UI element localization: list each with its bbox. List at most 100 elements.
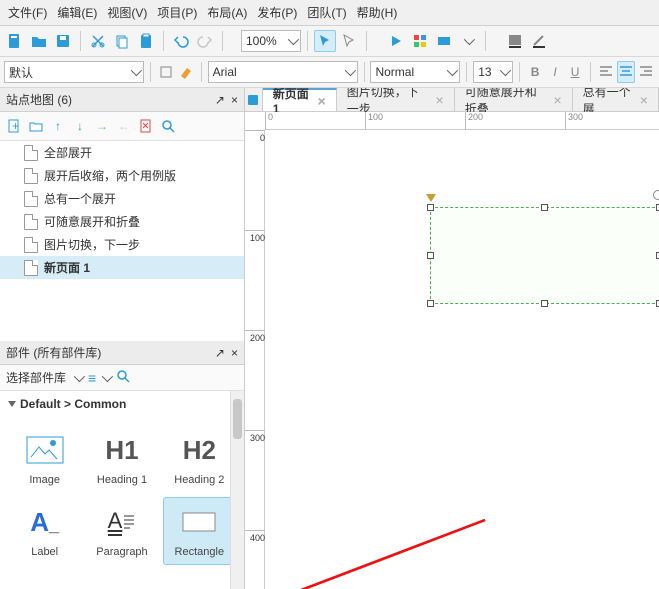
document-tab[interactable]: 图片切换，下一步× (337, 88, 455, 111)
add-folder-icon[interactable] (26, 116, 46, 136)
outdent-icon[interactable]: → (92, 116, 112, 136)
canvas[interactable] (265, 130, 659, 589)
resize-handle[interactable] (541, 204, 548, 211)
widget-label: Image (29, 474, 60, 486)
copy-icon[interactable] (111, 30, 133, 52)
widgets-body: Default > Common Image H1 Heading 1 H2Headi… (0, 391, 244, 589)
widgets-title: 部件 (所有部件库) (6, 344, 101, 361)
fill-color-icon[interactable] (504, 30, 526, 52)
tab-close-icon[interactable]: × (640, 92, 648, 108)
menu-item[interactable]: 布局(A) (203, 2, 251, 23)
panel-popout-icon[interactable]: ↗ (215, 93, 225, 107)
widget-thumb (21, 432, 69, 468)
widget-rectangle[interactable]: Rectangle (163, 497, 236, 565)
page-icon (24, 237, 38, 253)
lib-menu-icon[interactable]: ≡ (88, 370, 96, 386)
paragraph-style-select[interactable]: 默认 (4, 61, 144, 83)
align-center-icon[interactable] (617, 61, 635, 83)
underline-icon[interactable]: U (566, 61, 584, 83)
sitemap-page-item[interactable]: 新页面 1 (0, 256, 244, 279)
widget-heading-1[interactable]: H1 Heading 1 (85, 425, 158, 493)
document-tab[interactable]: 总有一个展× (573, 88, 659, 111)
sitemap-page-item[interactable]: 图片切换，下一步 (0, 233, 244, 256)
widget-thumb: H1 (98, 432, 146, 468)
new-file-icon[interactable] (4, 30, 26, 52)
open-folder-icon[interactable] (28, 30, 50, 52)
menu-item[interactable]: 帮助(H) (353, 2, 402, 23)
resize-handle[interactable] (427, 204, 434, 211)
font-size-select[interactable]: 13 (473, 61, 513, 83)
main-toolbar: 100% (0, 26, 659, 57)
move-down-icon[interactable]: ↓ (70, 116, 90, 136)
save-icon[interactable] (52, 30, 74, 52)
italic-icon[interactable]: I (546, 61, 564, 83)
bold-icon[interactable]: B (526, 61, 544, 83)
panel-popout-icon[interactable]: ↗ (215, 346, 225, 360)
lib-select-dropdown[interactable] (74, 370, 85, 381)
lib-breadcrumb[interactable]: Default > Common (0, 391, 244, 417)
widget-paragraph[interactable]: AParagraph (85, 497, 158, 565)
tab-add-icon[interactable] (245, 88, 263, 111)
tab-close-icon[interactable]: × (318, 93, 326, 109)
menu-item[interactable]: 编辑(E) (53, 2, 101, 23)
sitemap-page-item[interactable]: 可随意展开和折叠 (0, 210, 244, 233)
paste-icon[interactable] (135, 30, 157, 52)
panel-close-icon[interactable]: × (231, 346, 238, 360)
preview-icon[interactable] (385, 30, 407, 52)
publish-icon[interactable] (433, 30, 455, 52)
menu-item[interactable]: 文件(F) (4, 2, 51, 23)
sitemap-page-item[interactable]: 总有一个展开 (0, 187, 244, 210)
document-tab[interactable]: 新页面 1× (263, 88, 337, 111)
panel-close-icon[interactable]: × (231, 93, 238, 107)
cut-icon[interactable] (87, 30, 109, 52)
widget-thumb (175, 504, 223, 540)
font-weight-select[interactable]: Normal (370, 61, 460, 83)
ruler-vertical: 0100200300400500 (245, 130, 265, 589)
lib-menu-dropdown[interactable] (102, 370, 113, 381)
sitemap-toolbar: + ↑ ↓ → ← (0, 112, 244, 141)
resize-handle[interactable] (427, 252, 434, 259)
select-tool-icon[interactable] (338, 30, 360, 52)
page-icon (24, 260, 38, 276)
widget-heading-2[interactable]: H2Heading 2 (163, 425, 236, 493)
search-sitemap-icon[interactable] (158, 116, 178, 136)
highlight-icon[interactable] (177, 61, 195, 83)
widget-label: Paragraph (96, 546, 147, 558)
tab-close-icon[interactable]: × (436, 92, 444, 108)
tab-close-icon[interactable]: × (553, 92, 561, 108)
canvas-area: 新页面 1×图片切换，下一步×可随意展开和折叠×总有一个展× 010020030… (245, 88, 659, 589)
align-left-icon[interactable] (597, 61, 615, 83)
widgets-scrollbar[interactable] (230, 391, 244, 589)
document-tab[interactable]: 可随意展开和折叠× (455, 88, 573, 111)
rotate-handle[interactable] (653, 190, 659, 200)
sitemap-page-item[interactable]: 全部展开 (0, 141, 244, 164)
menu-item[interactable]: 视图(V) (103, 2, 151, 23)
widget-image[interactable]: Image (8, 425, 81, 493)
menu-item[interactable]: 项目(P) (153, 2, 201, 23)
undo-icon[interactable] (170, 30, 192, 52)
menu-item[interactable]: 发布(P) (253, 2, 301, 23)
line-color-icon[interactable] (528, 30, 550, 52)
selected-rectangle-shape[interactable] (430, 207, 659, 304)
align-right-icon[interactable] (637, 61, 655, 83)
sitemap-page-item[interactable]: 展开后收缩，两个用例版 (0, 164, 244, 187)
delete-page-icon[interactable] (136, 116, 156, 136)
redo-icon[interactable] (194, 30, 216, 52)
svg-text:+: + (12, 119, 19, 133)
menu-item[interactable]: 团队(T) (303, 2, 350, 23)
move-up-icon[interactable]: ↑ (48, 116, 68, 136)
widget-label: Heading 1 (97, 474, 147, 486)
zoom-select[interactable]: 100% (241, 30, 301, 52)
search-widgets-icon[interactable] (116, 369, 130, 386)
resize-handle[interactable] (541, 300, 548, 307)
indent-icon[interactable]: ← (114, 116, 134, 136)
page-icon (24, 168, 38, 184)
add-page-icon[interactable]: + (4, 116, 24, 136)
text-color-icon[interactable] (157, 61, 175, 83)
share-icon[interactable] (409, 30, 431, 52)
font-family-select[interactable]: Arial (208, 61, 358, 83)
pointer-tool-icon[interactable] (314, 30, 336, 52)
widget-label[interactable]: A_Label (8, 497, 81, 565)
resize-handle[interactable] (427, 300, 434, 307)
more-icon[interactable] (457, 30, 479, 52)
